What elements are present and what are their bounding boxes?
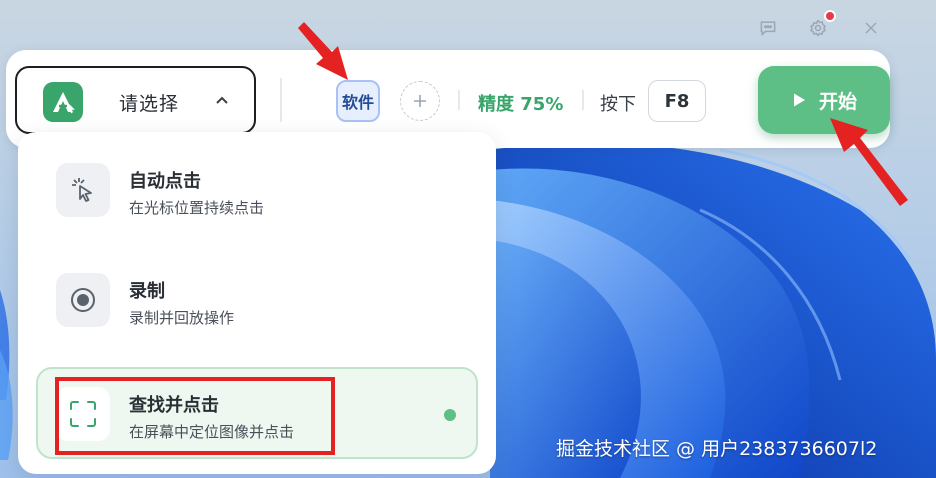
chevron-up-icon <box>213 92 231 110</box>
precision-label[interactable]: 精度 75% <box>478 90 563 116</box>
menu-item-desc: 在光标位置持续点击 <box>129 199 265 217</box>
close-icon[interactable] <box>857 14 885 42</box>
play-icon <box>793 93 805 107</box>
cursor-click-icon <box>56 163 110 217</box>
watermark-text: 掘金技术社区 @ 用户2383736607l2 <box>556 438 878 460</box>
menu-item-title: 自动点击 <box>129 171 201 192</box>
toolbar-divider <box>280 78 282 122</box>
record-icon <box>56 273 110 327</box>
software-button[interactable]: 软件 <box>336 80 380 122</box>
selector-label: 请选择 <box>119 93 180 115</box>
start-label: 开始 <box>818 90 857 113</box>
annotation-highlight-box <box>55 377 335 455</box>
annotation-arrow-icon <box>298 22 348 80</box>
toolbar-divider <box>458 90 460 110</box>
mode-selector[interactable]: 请选择 <box>15 66 256 134</box>
menu-item-record[interactable]: 录制 录制并回放操作 <box>36 253 478 345</box>
menu-item-auto-click[interactable]: 自动点击 在光标位置持续点击 <box>36 143 478 235</box>
chat-icon[interactable] <box>754 14 782 42</box>
selected-indicator <box>444 409 456 421</box>
add-button[interactable] <box>400 81 440 121</box>
menu-item-desc: 录制并回放操作 <box>129 309 235 327</box>
app-logo-icon <box>43 82 83 122</box>
notification-badge <box>824 10 836 22</box>
menu-item-title: 录制 <box>129 281 165 302</box>
press-label: 按下 <box>600 94 636 115</box>
annotation-arrow-icon <box>830 118 908 206</box>
toolbar-divider <box>582 90 584 110</box>
hotkey-box[interactable]: F8 <box>648 80 706 122</box>
